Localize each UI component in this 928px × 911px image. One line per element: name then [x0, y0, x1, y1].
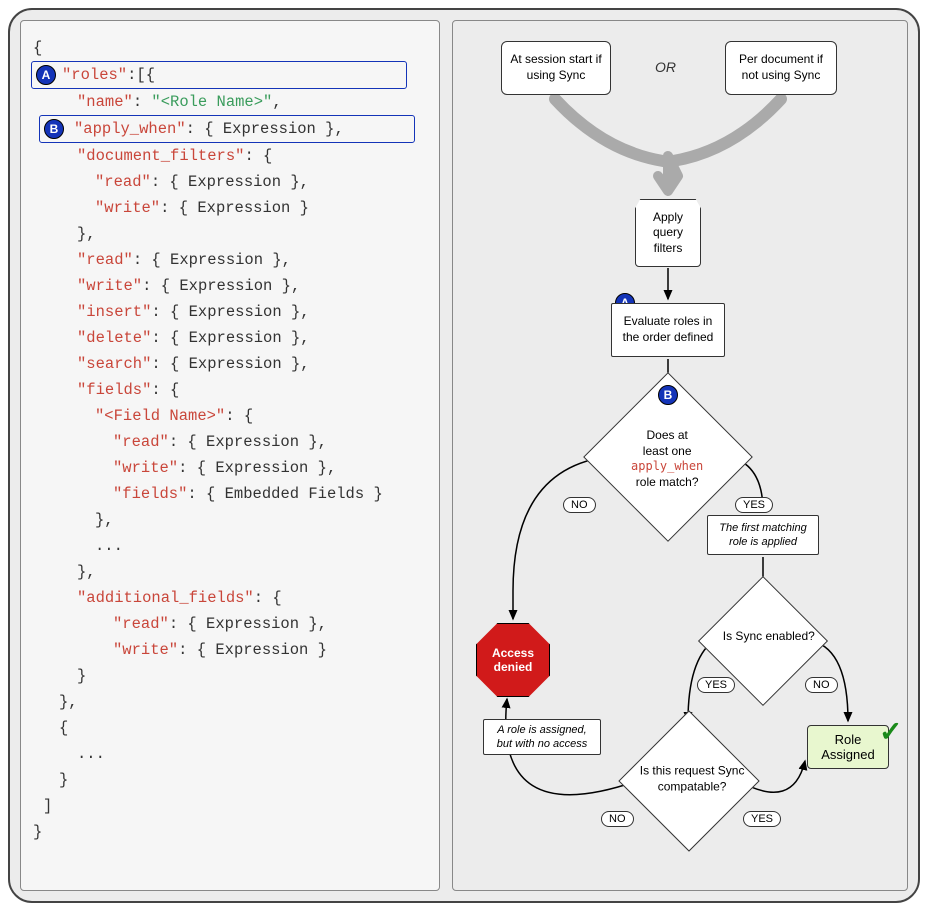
decision-sync-compat: Is this request Sync compatable?: [618, 710, 759, 851]
ellipsis: ...: [95, 533, 123, 559]
delete-key: "delete": [77, 325, 151, 351]
apply-when-highlight: apply_when: [631, 459, 703, 473]
pill-yes-3: YES: [743, 811, 781, 827]
roles-open: :[{: [127, 62, 155, 88]
badge-a: A: [36, 65, 56, 85]
pill-yes-1: YES: [735, 497, 773, 513]
checkmark-icon: ✓: [879, 715, 902, 748]
start-session-node: At session start if using Sync: [501, 41, 611, 95]
pill-no-1: NO: [563, 497, 596, 513]
embedded-fields: { Embedded Fields }: [206, 481, 383, 507]
badge-b: B: [44, 119, 64, 139]
doc-filters-key: "document_filters": [77, 143, 244, 169]
code-panel: { A "roles":[{ "name": "<Role Name>", B …: [20, 20, 440, 891]
additional-fields-key: "additional_fields": [77, 585, 254, 611]
diagram-container: { A "roles":[{ "name": "<Role Name>", B …: [8, 8, 920, 903]
badge-b-flowchart: B: [658, 385, 678, 405]
search-key: "search": [77, 351, 151, 377]
access-denied-node: Access denied: [476, 623, 550, 697]
highlighted-applywhen-line: B "apply_when": { Expression },: [39, 115, 415, 143]
evaluate-roles-node: Evaluate roles in the order defined: [611, 303, 725, 357]
insert-key: "insert": [77, 299, 151, 325]
start-document-node: Per document if not using Sync: [725, 41, 837, 95]
flowchart-panel: At session start if using Sync OR Per do…: [452, 20, 908, 891]
name-key: "name": [77, 89, 133, 115]
apply-filters-node: Apply query filters: [635, 199, 701, 267]
role-assigned-node: Role Assigned: [807, 725, 889, 769]
pill-no-3: NO: [601, 811, 634, 827]
highlighted-roles-line: A "roles":[{: [31, 61, 407, 89]
pill-no-2: NO: [805, 677, 838, 693]
name-val: "<Role Name>": [151, 89, 272, 115]
code-brace: {: [33, 35, 42, 61]
field-name-key: "<Field Name>": [95, 403, 225, 429]
code-expr: { Expression }: [204, 116, 334, 142]
pill-yes-2: YES: [697, 677, 735, 693]
roles-key: "roles": [62, 62, 127, 88]
no-access-note: A role is assigned, but with no access: [483, 719, 601, 755]
read-key: "read": [95, 169, 151, 195]
first-match-note: The first matching role is applied: [707, 515, 819, 555]
or-label: OR: [655, 59, 676, 75]
fields-key: "fields": [77, 377, 151, 403]
apply-when-key: "apply_when": [74, 116, 186, 142]
write-key: "write": [95, 195, 160, 221]
